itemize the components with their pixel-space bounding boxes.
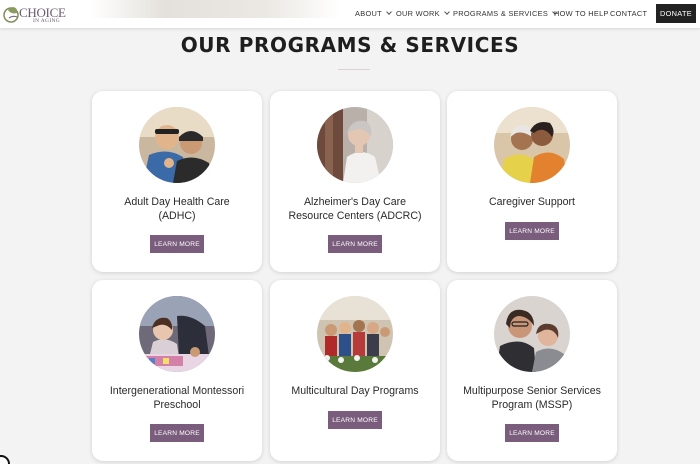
program-title-line: Intergenerational Montessori [109, 385, 245, 397]
learn-more-button[interactable]: LEARN MORE [328, 411, 382, 429]
two-senior-women-photo [494, 107, 570, 183]
program-card-adcrc: Alzheimer's Day Care Resource Centers (A… [270, 91, 440, 272]
program-title: Multicultural Day Programs [276, 385, 434, 399]
program-title-line: Program (MSSP) [491, 398, 573, 411]
title-divider [338, 69, 370, 70]
two-smiling-men-photo [139, 107, 215, 183]
program-card-caregiver-support: Caregiver Support LEARN MORE [447, 91, 617, 272]
program-title-line: Adult Day Health Care [124, 196, 230, 208]
program-title-line: Multipurpose Senior Services [463, 385, 601, 397]
child-playing-photo [139, 296, 215, 372]
page-title: OUR PROGRAMS & SERVICES [180, 33, 520, 57]
nav-programs-services[interactable]: PROGRAMS & SERVICES [453, 9, 558, 18]
chevron-down-icon [444, 9, 450, 15]
logo-subtext: IN AGING [33, 18, 60, 24]
program-title: Alzheimer's Day Care Resource Centers (A… [276, 196, 434, 223]
learn-more-button[interactable]: LEARN MORE [505, 424, 559, 442]
donate-button[interactable]: DONATE [656, 4, 696, 23]
learn-more-button[interactable]: LEARN MORE [505, 222, 559, 240]
program-title: Caregiver Support [453, 196, 611, 210]
program-title: Adult Day Health Care (ADHC) [98, 196, 256, 223]
program-card-montessori-preschool: Intergenerational Montessori Preschool L… [92, 280, 262, 461]
program-title-line: Multicultural Day Programs [291, 385, 419, 397]
nav-how-to-help-label: HOW TO HELP [554, 9, 609, 18]
accessibility-widget-icon[interactable] [0, 455, 10, 464]
nav-our-work[interactable]: OUR WORK [396, 9, 450, 18]
learn-more-button[interactable]: LEARN MORE [328, 235, 382, 253]
program-title-line: (ADHC) [158, 209, 196, 222]
two-women-smiling-photo [494, 296, 570, 372]
site-logo[interactable]: CHOICE IN AGING [3, 4, 66, 24]
program-title-line: Preschool [153, 398, 201, 411]
program-title: Intergenerational Montessori Preschool [98, 385, 256, 412]
chevron-down-icon [386, 9, 392, 15]
program-title: Multipurpose Senior Services Program (MS… [453, 385, 611, 412]
program-card-mssp: Multipurpose Senior Services Program (MS… [447, 280, 617, 461]
nav-contact-label: CONTACT [610, 9, 648, 18]
nav-contact[interactable]: CONTACT [610, 9, 647, 18]
nav-how-to-help[interactable]: HOW TO HELP [554, 9, 609, 18]
elderly-woman-window-photo [317, 107, 393, 183]
program-title-line: Caregiver Support [489, 196, 575, 208]
program-title-line: Resource Centers (ADCRC) [288, 209, 422, 222]
group-of-seniors-photo [317, 296, 393, 372]
program-title-line: Alzheimer's Day Care [303, 196, 407, 208]
nav-about[interactable]: ABOUT [355, 9, 392, 18]
site-header: CHOICE IN AGING ABOUT OUR WORK PROGRAMS … [0, 0, 700, 28]
nav-our-work-label: OUR WORK [396, 9, 440, 18]
learn-more-button[interactable]: LEARN MORE [150, 235, 204, 253]
nav-programs-services-label: PROGRAMS & SERVICES [453, 9, 549, 18]
header-hero-image [90, 0, 340, 18]
program-card-adhc: Adult Day Health Care (ADHC) LEARN MORE [92, 91, 262, 272]
program-card-multicultural-day-programs: Multicultural Day Programs LEARN MORE [270, 280, 440, 461]
nav-about-label: ABOUT [355, 9, 382, 18]
learn-more-button[interactable]: LEARN MORE [150, 424, 204, 442]
